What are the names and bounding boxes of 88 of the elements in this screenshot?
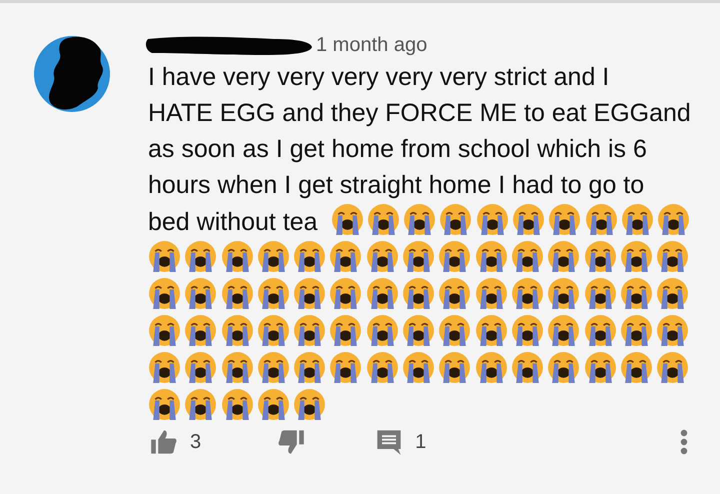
- crying-face-icon: [366, 277, 399, 310]
- thumbs-up-icon: [150, 428, 178, 456]
- crying-face-icon: [656, 351, 690, 384]
- crying-face-icon: [474, 314, 508, 347]
- crying-face-icon: [584, 277, 617, 310]
- crying-face-icon: [512, 203, 546, 236]
- crying-face-icon: [148, 240, 181, 273]
- comment-text-line: HATE EGG and they FORCE ME to eat EGGand: [148, 99, 691, 127]
- crying-face-icon: [184, 314, 218, 347]
- crying-face-icon: [402, 351, 436, 384]
- crying-face-icon: [148, 351, 181, 384]
- comment-text-line: I have very very very very very strict and I: [148, 63, 610, 91]
- crying-face-icon: [620, 240, 653, 273]
- crying-face-icon: [584, 314, 617, 347]
- comment-time: 1 month ago: [316, 34, 428, 56]
- crying-face-icon: [256, 277, 290, 310]
- crying-face-icon: [148, 277, 181, 310]
- crying-face-icon: [148, 314, 181, 347]
- crying-face-icon: [293, 240, 326, 273]
- crying-face-icon: [656, 277, 690, 310]
- crying-face-icon: [366, 240, 399, 273]
- crying-face-icon: [584, 203, 618, 236]
- crying-face-icon: [547, 277, 580, 310]
- crying-face-icon: [366, 314, 399, 347]
- crying-face-icon: [620, 203, 654, 236]
- crying-face-icon: [474, 351, 508, 384]
- crying-face-icon: [510, 240, 544, 273]
- crying-face-icon: [220, 351, 254, 384]
- crying-face-icon: [256, 351, 290, 384]
- crying-face-icon: [220, 314, 254, 347]
- crying-face-icon: [402, 314, 436, 347]
- crying-face-icon: [438, 351, 472, 384]
- crying-face-icon: [403, 203, 436, 236]
- crying-face-icon: [439, 203, 472, 236]
- crying-face-icon: [293, 314, 326, 347]
- crying-face-icon: [184, 240, 218, 273]
- more-icon: [680, 429, 688, 455]
- crying-face-icon: [438, 277, 472, 310]
- comment-text-line: as soon as I get home from school which is 6: [148, 135, 647, 163]
- crying-face-icon: [547, 314, 580, 347]
- crying-face-icon: [220, 240, 254, 273]
- crying-face-icon: [510, 277, 544, 310]
- crying-face-icon: [293, 277, 326, 310]
- crying-face-icon: [510, 351, 544, 384]
- crying-face-icon: [293, 388, 326, 421]
- crying-face-icon: [438, 240, 472, 273]
- comment-text-line: bed without tea: [148, 208, 318, 236]
- crying-face-icon: [366, 203, 400, 236]
- crying-face-icon: [220, 388, 254, 421]
- crying-face-icon: [184, 388, 218, 421]
- crying-face-icon: [329, 277, 362, 310]
- crying-face-icon: [148, 388, 181, 421]
- more-options-button[interactable]: [678, 427, 690, 457]
- crying-face-icon: [329, 240, 362, 273]
- crying-face-icon: [293, 351, 326, 384]
- crying-face-icon: [256, 388, 290, 421]
- crying-face-icon: [402, 240, 436, 273]
- crying-face-icon: [438, 314, 472, 347]
- crying-face-icon: [220, 277, 254, 310]
- crying-face-icon: [584, 240, 617, 273]
- like-count: 3: [190, 430, 202, 454]
- crying-face-icon: [256, 240, 290, 273]
- crying-face-icon: [366, 351, 399, 384]
- reply-count: 1: [415, 430, 426, 454]
- crying-face-icon: [620, 314, 653, 347]
- crying-face-icon: [184, 351, 218, 384]
- crying-face-icon: [184, 277, 218, 310]
- crying-face-icon: [330, 203, 364, 236]
- crying-face-icon: [547, 240, 580, 273]
- crying-face-icon: [548, 203, 582, 236]
- crying-face-icon: [329, 351, 362, 384]
- crying-face-icon: [476, 203, 509, 236]
- crying-face-icon: [656, 314, 690, 347]
- crying-face-icon: [474, 277, 508, 310]
- crying-face-icon: [402, 277, 436, 310]
- crying-face-icon: [584, 351, 617, 384]
- crying-face-icon: [620, 351, 653, 384]
- crying-face-icon: [510, 314, 544, 347]
- crying-face-icon: [256, 314, 290, 347]
- comment-text-line: hours when I get straight home I had to go to: [148, 171, 644, 199]
- crying-face-icon: [620, 277, 653, 310]
- crying-face-icon: [329, 314, 362, 347]
- crying-face-icon: [656, 240, 690, 273]
- crying-face-icon: [547, 351, 580, 384]
- crying-face-icon: [657, 203, 690, 236]
- comment-icon: [375, 428, 404, 456]
- crying-face-icon: [474, 240, 508, 273]
- thumbs-down-icon: [277, 428, 306, 456]
